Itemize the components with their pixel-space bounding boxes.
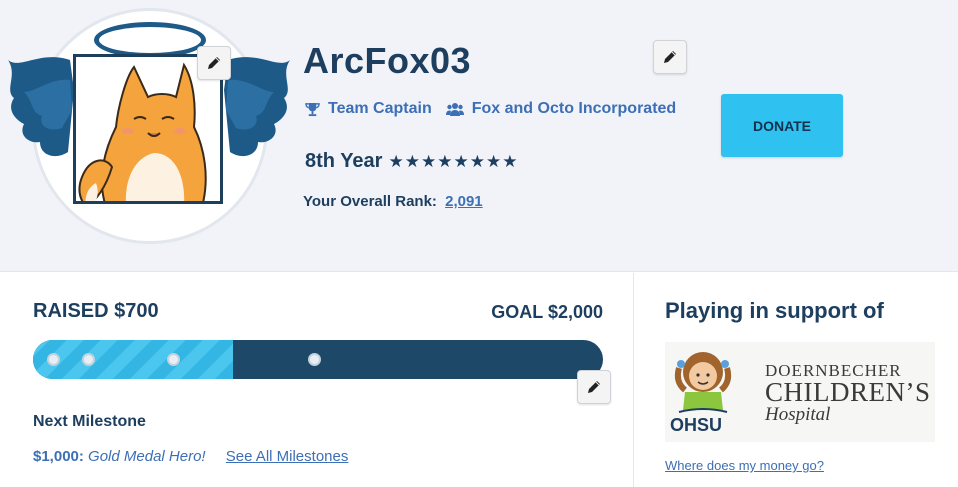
avatar-area [0,0,300,272]
where-money-goes-link[interactable]: Where does my money go? [665,458,824,473]
username: ArcFox03 [303,40,472,81]
milestone-info: $1,000: Gold Medal Hero! See All Milesto… [33,448,348,465]
milestone-dot [308,353,321,366]
team-role: Team Captain [328,100,432,117]
star-icon: ★ [502,152,518,171]
milestone-name: Gold Medal Hero! [88,448,206,465]
next-milestone-label: Next Milestone [33,413,146,430]
support-title: Playing in support of [665,298,884,323]
star-icon: ★ [404,152,420,171]
overall-rank: Your Overall Rank: 2,091 [303,193,483,210]
pencil-icon [588,381,600,393]
profile-header: ArcFox03 Team Captain Fox and Octo Incor… [0,0,958,272]
section-divider [633,273,634,487]
star-icon: ★ [420,152,437,171]
star-icon: ★ [437,152,453,171]
rank-label: Your Overall Rank: [303,193,437,210]
star-icon: ★ [388,152,404,171]
participation-years: 8th Year ★ ★ ★ ★ ★ ★ ★ ★ [305,150,518,173]
goal-amount: GOAL $2,000 [491,302,603,322]
team-name-link[interactable]: Fox and Octo Incorporated [472,100,676,118]
donate-button[interactable]: DONATE [721,94,843,157]
pencil-icon [208,57,220,69]
milestone-amount: $1,000: [33,448,84,465]
profile-meta: Team Captain Fox and Octo Incorporated [305,100,676,118]
star-icon: ★ [485,152,502,171]
pencil-icon [664,51,676,63]
raised-amount: RAISED $700 [33,300,159,322]
users-icon [445,102,464,117]
see-all-milestones-link[interactable]: See All Milestones [226,448,349,465]
edit-profile-button[interactable] [653,40,687,74]
year-stars: ★ ★ ★ ★ ★ ★ ★ ★ [388,153,518,170]
hospital-name-line3: Hospital [765,404,831,425]
rank-link[interactable]: 2,091 [445,193,483,210]
progress-fill [33,340,233,379]
milestone-dot [47,353,60,366]
ohsu-logo-text: OHSU [670,415,723,435]
star-icon: ★ [469,152,485,171]
edit-avatar-button[interactable] [197,46,231,80]
milestone-dot [167,353,180,366]
halo-icon [94,22,206,58]
edit-goal-button[interactable] [577,370,611,404]
year-label: 8th Year [305,150,383,172]
fundraising-progress-bar [33,340,603,379]
milestone-dot [82,353,95,366]
trophy-icon [305,102,320,117]
star-icon: ★ [453,152,469,171]
